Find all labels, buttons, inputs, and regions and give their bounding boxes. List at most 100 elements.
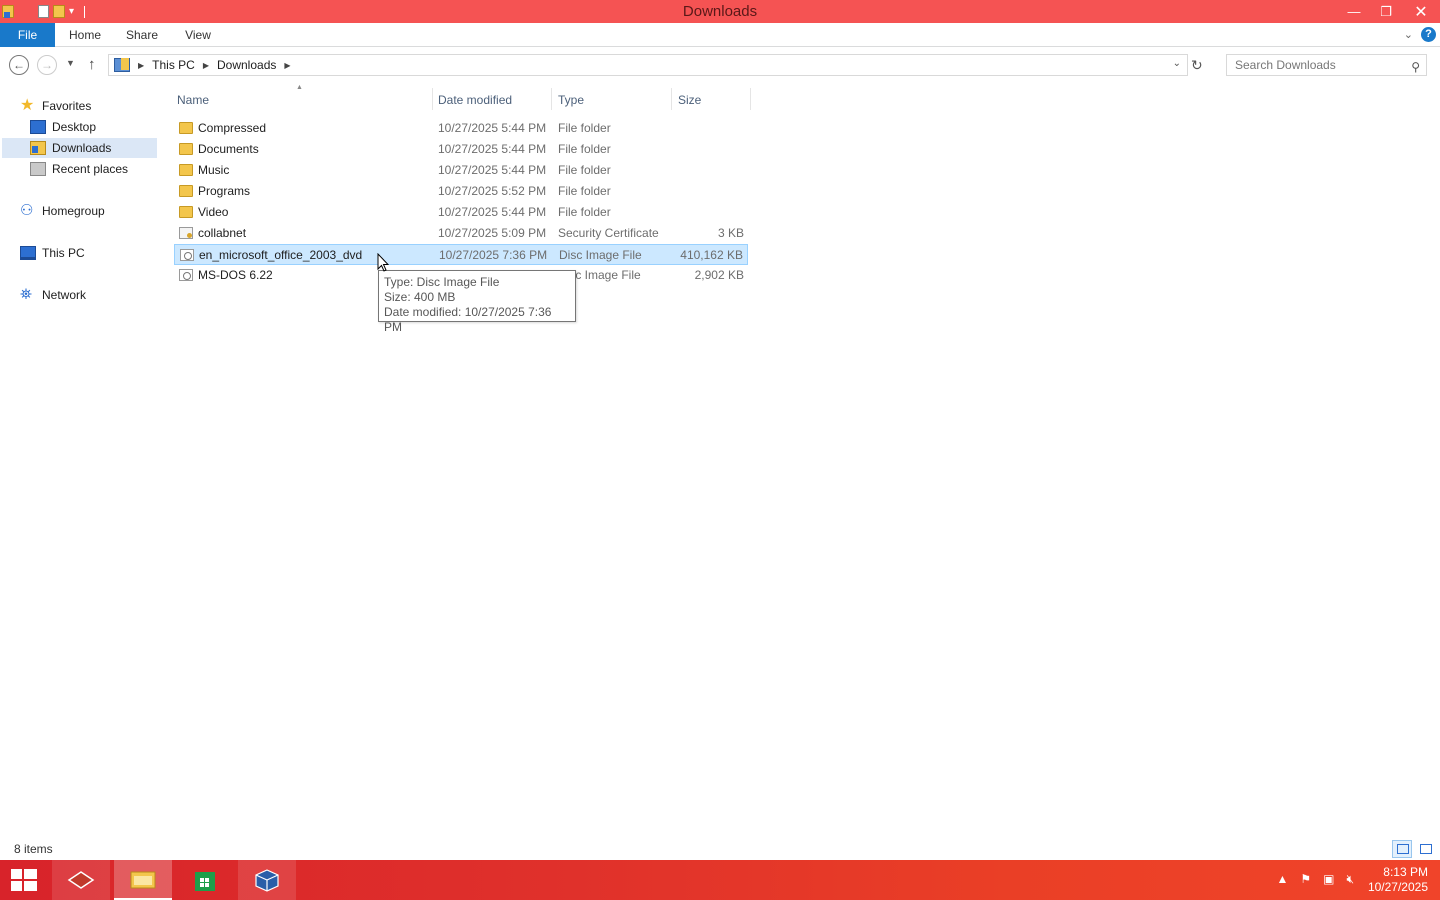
file-date: 10/27/2025 5:09 PM [438,226,547,240]
large-icons-view-button[interactable] [1415,840,1435,858]
file-size: 2,902 KB [694,268,744,282]
column-divider[interactable] [750,88,751,110]
nav-desktop[interactable]: Desktop [30,117,96,137]
details-view-button[interactable] [1392,840,1412,858]
file-size: 3 KB [717,226,744,240]
file-type: File folder [558,142,611,156]
disc-image-icon [179,269,193,281]
taskbar-app-collabnet[interactable] [52,860,110,900]
breadcrumb-separator-icon[interactable]: ▶ [138,61,144,70]
column-divider[interactable] [551,88,552,110]
taskbar-app-file-explorer[interactable] [114,860,172,900]
file-name: MS-DOS 6.22 [198,268,273,282]
tab-share[interactable]: Share [118,23,166,47]
tooltip-size: Size: 400 MB [384,290,456,304]
file-date: 10/27/2025 5:44 PM [438,163,547,177]
breadcrumb-separator-icon[interactable]: ▶ [284,61,290,70]
tab-home[interactable]: Home [60,23,110,47]
address-dropdown-chevron-icon[interactable]: ⌄ [1173,58,1181,69]
tab-view[interactable]: View [176,23,220,47]
column-header-size[interactable]: Size [678,90,701,110]
file-row[interactable]: collabnet 10/27/2025 5:09 PM Security Ce… [174,223,748,244]
file-name: en_microsoft_office_2003_dvd [199,248,363,262]
file-row[interactable]: Video 10/27/2025 5:44 PM File folder [174,202,748,223]
sort-ascending-icon: ▲ [296,84,303,91]
downloads-location-icon [114,58,130,72]
certificate-icon [179,227,193,239]
nav-this-pc[interactable]: This PC [20,243,85,263]
file-row[interactable]: Programs 10/27/2025 5:52 PM File folder [174,181,748,202]
tooltip-type: Type: Disc Image File [384,275,500,289]
file-date: 10/27/2025 7:36 PM [439,248,548,262]
file-name: Music [198,163,230,177]
address-row: ← → ▼ ↑ ▶ This PC ▶ Downloads ▶ ⌄ ↻ Sear… [0,48,1440,82]
navigation-pane: ★ Favorites Desktop Downloads Recent pla… [0,88,160,838]
action-center-flag-icon[interactable]: ⚑ [1300,872,1311,887]
taskbar-app-store[interactable] [176,860,234,900]
column-header-name[interactable]: Name [177,90,209,110]
nav-favorites[interactable]: ★ Favorites [20,96,91,116]
column-divider[interactable] [432,88,433,110]
up-arrow-icon[interactable]: ↑ [88,56,96,73]
large-icons-view-icon [1420,844,1432,854]
file-type: File folder [558,121,611,135]
file-row[interactable]: Documents 10/27/2025 5:44 PM File folder [174,139,748,160]
file-name: collabnet [198,226,247,240]
mouse-cursor-icon [377,253,389,272]
column-header-date[interactable]: Date modified [438,90,512,110]
clock-date: 10/27/2025 [1367,880,1428,894]
search-placeholder: Search Downloads [1235,58,1336,72]
column-divider[interactable] [671,88,672,110]
recent-locations-chevron-icon[interactable]: ▼ [66,58,75,68]
breadcrumb-this-pc[interactable]: This PC [152,58,195,72]
title-bar: ▾ Downloads — ❐ ✕ [0,0,1440,23]
search-input[interactable]: Search Downloads ⚲ [1226,54,1427,76]
file-date: 10/27/2025 5:52 PM [438,184,547,198]
address-bar[interactable]: ▶ This PC ▶ Downloads ▶ ⌄ [108,54,1188,76]
breadcrumb-downloads[interactable]: Downloads [217,58,276,72]
volume-muted-icon[interactable]: 🔇︎ [1346,872,1354,887]
nav-label: Recent places [52,162,129,176]
file-row-selected[interactable]: en_microsoft_office_2003_dvd 10/27/2025 … [174,244,748,265]
desktop-icon [30,120,46,134]
file-info-tooltip: Type: Disc Image File Size: 400 MB Date … [378,270,576,334]
forward-button[interactable]: → [37,55,57,75]
breadcrumb-separator-icon[interactable]: ▶ [203,61,209,70]
back-button[interactable]: ← [9,55,29,75]
file-name: Documents [198,142,259,156]
file-type: Security Certificate [558,226,659,240]
expand-ribbon-chevron-icon[interactable]: ⌄ [1404,28,1413,41]
nav-homegroup[interactable]: ⚇ Homegroup [20,201,105,221]
start-button[interactable] [10,868,38,892]
tab-file[interactable]: File [0,23,55,47]
nav-label: This PC [42,246,85,260]
nav-label: Network [42,288,87,302]
file-name: Video [198,205,229,219]
file-row[interactable]: Music 10/27/2025 5:44 PM File folder [174,160,748,181]
file-type: File folder [558,205,611,219]
nav-network[interactable]: ⛯ Network [20,285,86,305]
search-icon[interactable]: ⚲ [1411,57,1420,77]
windows-logo-icon [11,869,37,891]
nav-recent-places[interactable]: Recent places [30,159,128,179]
file-size: 410,162 KB [680,248,743,262]
minimize-button[interactable]: — [1338,0,1370,23]
network-status-icon[interactable]: ▣ [1323,872,1334,887]
taskbar-clock[interactable]: 8:13 PM 10/27/2025 [1368,865,1428,895]
nav-label: Favorites [42,99,92,113]
file-date: 10/27/2025 5:44 PM [438,121,547,135]
column-header-type[interactable]: Type [558,90,584,110]
folder-icon [179,206,193,218]
help-icon[interactable]: ? [1421,27,1436,42]
folder-icon [179,122,193,134]
refresh-icon[interactable]: ↻ [1191,57,1203,74]
file-name: Compressed [198,121,267,135]
computer-icon [20,246,36,260]
close-button[interactable]: ✕ [1402,0,1440,23]
nav-downloads[interactable]: Downloads [2,138,157,158]
show-hidden-icons-chevron-icon[interactable]: ▲ [1276,872,1288,887]
taskbar: ▲ ⚑ ▣ 🔇︎ 8:13 PM 10/27/2025 [0,860,1440,900]
restore-button[interactable]: ❐ [1370,0,1402,23]
taskbar-app-virtualbox[interactable] [238,860,296,900]
file-row[interactable]: Compressed 10/27/2025 5:44 PM File folde… [174,118,748,139]
